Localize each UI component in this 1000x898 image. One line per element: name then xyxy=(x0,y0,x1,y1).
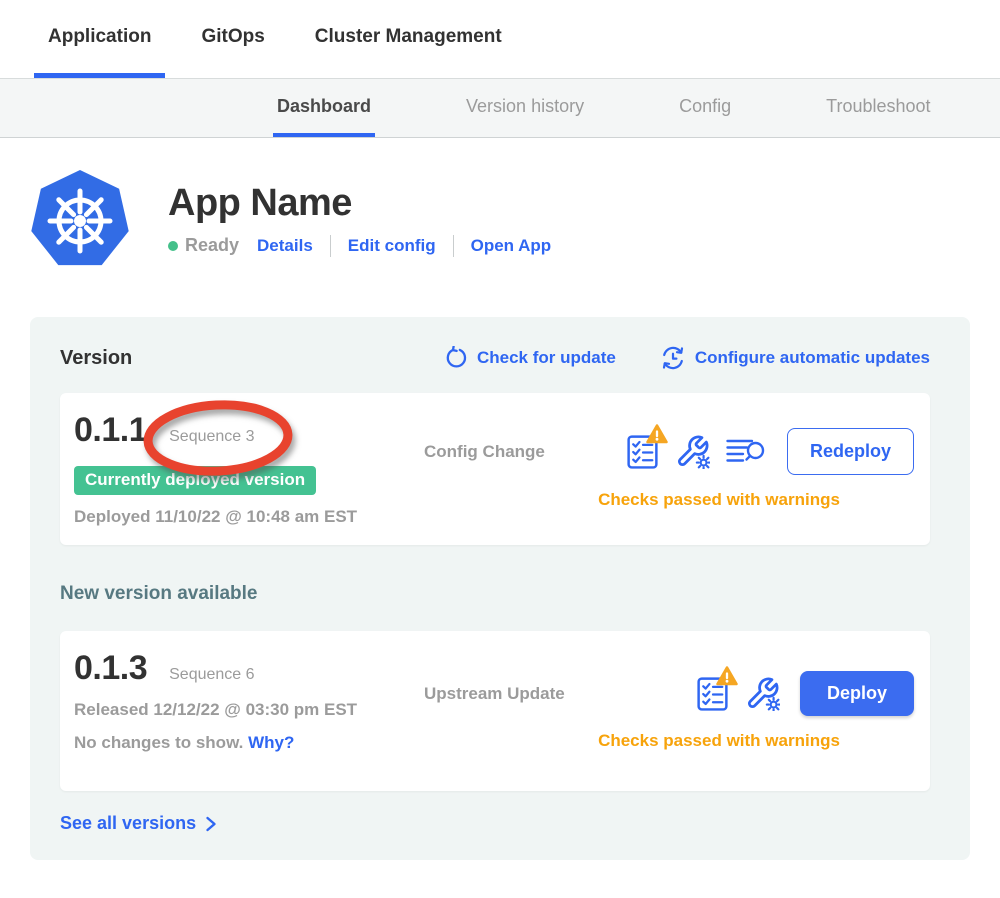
top-nav: Application GitOps Cluster Management xyxy=(0,0,1000,78)
config-wrench-icon xyxy=(675,434,710,469)
change-type-label: Config Change xyxy=(424,442,545,462)
check-for-update-button[interactable]: Check for update xyxy=(444,346,616,370)
deploy-button[interactable]: Deploy xyxy=(800,671,914,716)
see-all-versions-label: See all versions xyxy=(60,813,196,834)
open-app-link[interactable]: Open App xyxy=(471,236,552,256)
tab-version-history[interactable]: Version history xyxy=(462,79,588,137)
tab-cluster-management[interactable]: Cluster Management xyxy=(301,0,516,78)
configure-automatic-updates-button[interactable]: Configure automatic updates xyxy=(660,345,930,371)
checks-status-text: Checks passed with warnings xyxy=(424,490,914,510)
warning-triangle-icon xyxy=(716,666,738,686)
kubernetes-logo xyxy=(30,169,130,271)
why-link[interactable]: Why? xyxy=(248,733,294,752)
status-badge: Ready xyxy=(185,235,239,256)
details-link[interactable]: Details xyxy=(257,236,313,256)
version-panel: Version Check for update Configure autom… xyxy=(30,317,970,860)
redeploy-button[interactable]: Redeploy xyxy=(787,428,914,475)
refresh-icon xyxy=(444,346,468,370)
available-version-card: 0.1.3 Sequence 6 Released 12/12/22 @ 03:… xyxy=(60,631,930,791)
config-wrench-icon xyxy=(745,676,780,711)
warning-triangle-icon xyxy=(646,424,668,444)
see-all-versions-link[interactable]: See all versions xyxy=(60,813,217,834)
no-changes-text: No changes to show. xyxy=(74,733,243,752)
current-version-card: 0.1.1 Sequence 3 Currently deployed vers… xyxy=(60,393,930,545)
view-diff-icon[interactable] xyxy=(726,438,767,466)
deployed-timestamp: Deployed 11/10/22 @ 10:48 am EST xyxy=(74,507,424,527)
change-type-label: Upstream Update xyxy=(424,684,565,704)
currently-deployed-badge: Currently deployed version xyxy=(74,466,316,495)
diff-view-icon xyxy=(726,438,767,466)
divider xyxy=(330,235,331,257)
available-version-number: 0.1.3 xyxy=(74,649,147,688)
edit-config-values-icon[interactable] xyxy=(745,676,780,711)
current-version-number: 0.1.1 xyxy=(74,411,147,450)
schedule-update-icon xyxy=(660,345,686,371)
tab-application[interactable]: Application xyxy=(34,0,165,78)
tab-config[interactable]: Config xyxy=(675,79,735,137)
available-version-sequence: Sequence 6 xyxy=(169,666,254,683)
app-sub-nav: Dashboard Version history Config Trouble… xyxy=(0,78,1000,138)
current-version-sequence: Sequence 3 xyxy=(169,428,254,445)
version-panel-title: Version xyxy=(60,347,132,370)
new-version-heading: New version available xyxy=(60,583,930,605)
tab-gitops[interactable]: GitOps xyxy=(187,0,278,78)
chevron-right-icon xyxy=(205,816,217,832)
page-title: App Name xyxy=(168,183,551,225)
preflight-checks-icon[interactable] xyxy=(696,675,729,712)
app-header: App Name Ready Details Edit config Open … xyxy=(0,169,1000,271)
preflight-checks-icon[interactable] xyxy=(626,433,659,470)
check-for-update-label: Check for update xyxy=(477,348,616,368)
released-timestamp: Released 12/12/22 @ 03:30 pm EST xyxy=(74,700,424,720)
divider xyxy=(453,235,454,257)
tab-troubleshoot[interactable]: Troubleshoot xyxy=(822,79,934,137)
app-status-row: Ready Details Edit config Open App xyxy=(168,235,551,257)
status-dot xyxy=(168,241,178,251)
tab-dashboard[interactable]: Dashboard xyxy=(273,79,375,137)
edit-config-values-icon[interactable] xyxy=(675,434,710,469)
checks-status-text: Checks passed with warnings xyxy=(424,731,914,751)
edit-config-link[interactable]: Edit config xyxy=(348,236,436,256)
configure-automatic-updates-label: Configure automatic updates xyxy=(695,348,930,368)
